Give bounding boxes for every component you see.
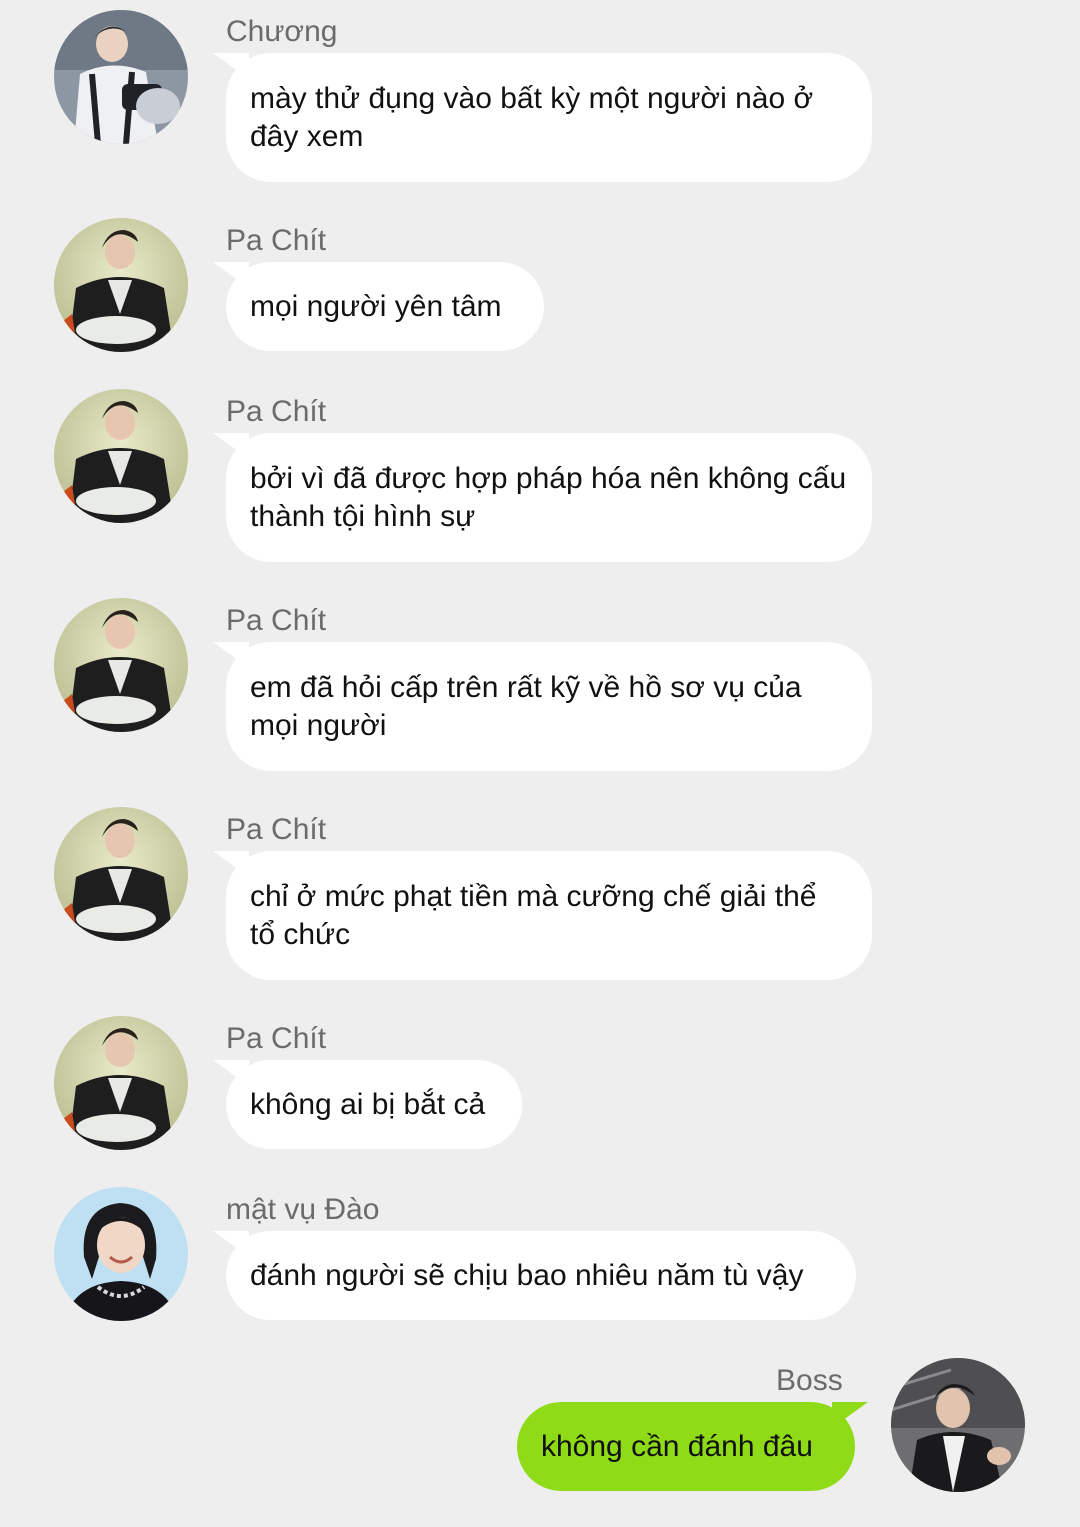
message-text: mọi người yên tâm [250,290,502,323]
avatar-photo [54,807,188,941]
message-bubble[interactable]: không cần đánh đâu [517,1402,855,1491]
pa-chit-avatar[interactable] [54,389,188,523]
message-bubble[interactable]: em đã hỏi cấp trên rất kỹ về hồ sơ vụ củ… [226,642,872,771]
message-bubble[interactable]: đánh người sẽ chịu bao nhiêu năm tù vậy [226,1231,856,1320]
avatar-photo [54,218,188,352]
sender-name: Pa Chít [226,395,327,428]
message-text: đánh người sẽ chịu bao nhiêu năm tù vậy [250,1259,804,1292]
avatar-photo [54,1016,188,1150]
sender-name: Pa Chít [226,813,327,846]
sender-name: Chương [226,15,338,48]
message-text: không cần đánh đâu [541,1430,813,1463]
pa-chit-avatar[interactable] [54,1016,188,1150]
avatar-photo [54,1187,188,1321]
message-bubble[interactable]: bởi vì đã được hợp pháp hóa nên không cấ… [226,433,872,562]
sender-name: Pa Chít [226,1022,327,1055]
message-bubble[interactable]: chỉ ở mức phạt tiền mà cưỡng chế giải th… [226,851,872,980]
message-text: mày thử đụng vào bất kỳ một người nào ở … [250,82,814,153]
pa-chit-avatar[interactable] [54,598,188,732]
sender-name: Pa Chít [226,604,327,637]
boss-avatar[interactable] [891,1358,1025,1492]
avatar-photo [54,10,188,144]
sender-name: mật vụ Đào [226,1193,380,1226]
pa-chit-avatar[interactable] [54,807,188,941]
sender-name: Boss [776,1364,843,1397]
avatar-photo [54,598,188,732]
avatar-photo [54,389,188,523]
message-bubble[interactable]: mọi người yên tâm [226,262,544,351]
message-bubble[interactable]: không ai bị bắt cả [226,1060,522,1149]
message-text: chỉ ở mức phạt tiền mà cưỡng chế giải th… [250,880,817,951]
pa-chit-avatar[interactable] [54,218,188,352]
mat-vu-dao-avatar[interactable] [54,1187,188,1321]
avatar-photo [891,1358,1025,1492]
message-text: không ai bị bắt cả [250,1088,486,1121]
chuong-avatar[interactable] [54,10,188,144]
message-bubble[interactable]: mày thử đụng vào bất kỳ một người nào ở … [226,53,872,182]
sender-name: Pa Chít [226,224,327,257]
message-text: bởi vì đã được hợp pháp hóa nên không cấ… [250,462,847,533]
message-text: em đã hỏi cấp trên rất kỹ về hồ sơ vụ củ… [250,671,802,742]
